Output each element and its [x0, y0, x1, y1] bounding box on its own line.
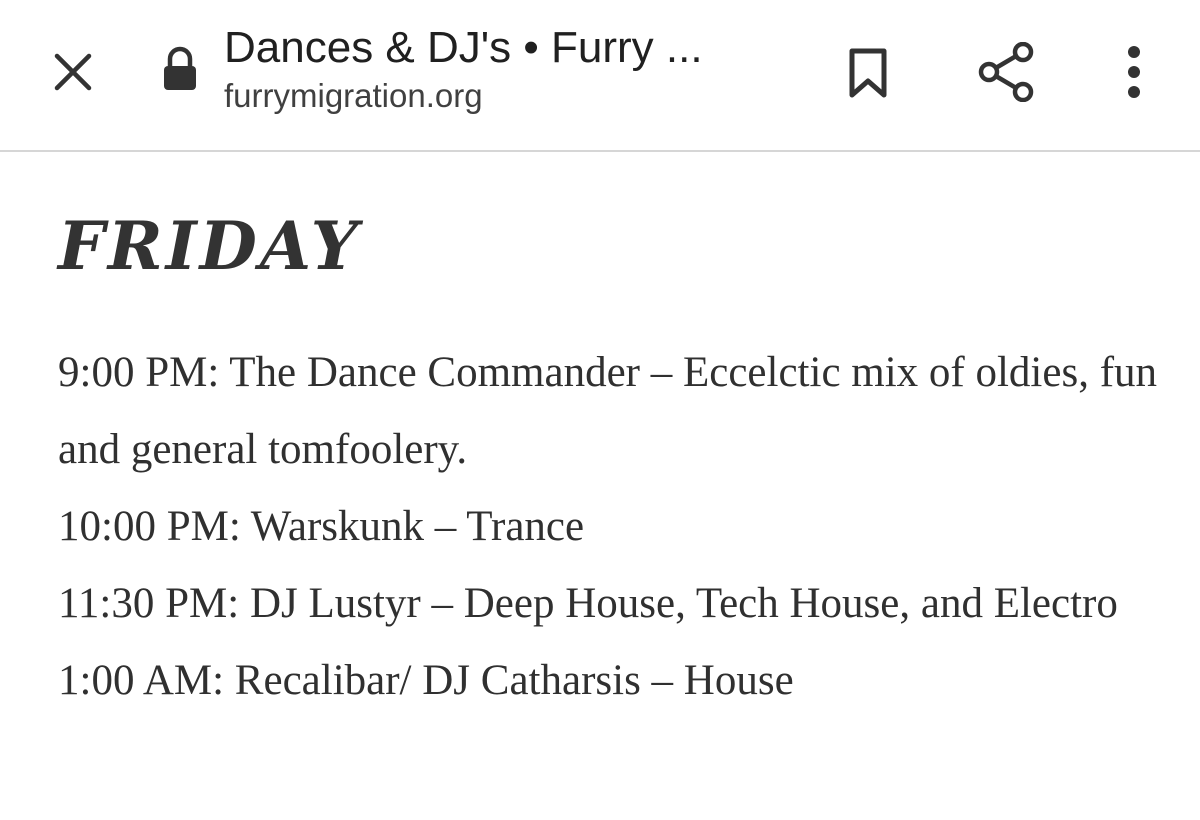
schedule-item: 10:00 PM: Warskunk – Trance — [58, 503, 585, 550]
dj-schedule-list: 9:00 PM: The Dance Commander – Eccelctic… — [58, 334, 1158, 719]
day-heading: FRIDAY — [58, 207, 361, 285]
schedule-item: 1:00 AM: Recalibar/ DJ Catharsis – House — [58, 657, 794, 704]
browser-toolbar: Dances & DJ's • Furry ... furrymigration… — [0, 0, 1200, 152]
more-options-button[interactable] — [1106, 34, 1162, 110]
more-vert-icon — [1128, 46, 1140, 98]
share-button[interactable] — [964, 34, 1050, 110]
share-icon — [978, 42, 1034, 102]
page-info[interactable]: Dances & DJ's • Furry ... furrymigration… — [224, 20, 784, 116]
close-button[interactable] — [38, 40, 108, 104]
page-content: FRIDAY 9:00 PM: The Dance Commander – Ec… — [0, 152, 1200, 820]
bookmark-button[interactable] — [830, 38, 906, 108]
bookmark-icon — [849, 48, 887, 98]
schedule-item: 11:30 PM: DJ Lustyr – Deep House, Tech H… — [58, 580, 1118, 627]
schedule-item: 9:00 PM: The Dance Commander – Eccelctic… — [58, 349, 1158, 473]
lock-icon — [164, 46, 196, 90]
close-icon — [54, 53, 92, 91]
page-title: Dances & DJ's • Furry ... — [224, 23, 703, 72]
page-url: furrymigration.org — [224, 77, 483, 114]
